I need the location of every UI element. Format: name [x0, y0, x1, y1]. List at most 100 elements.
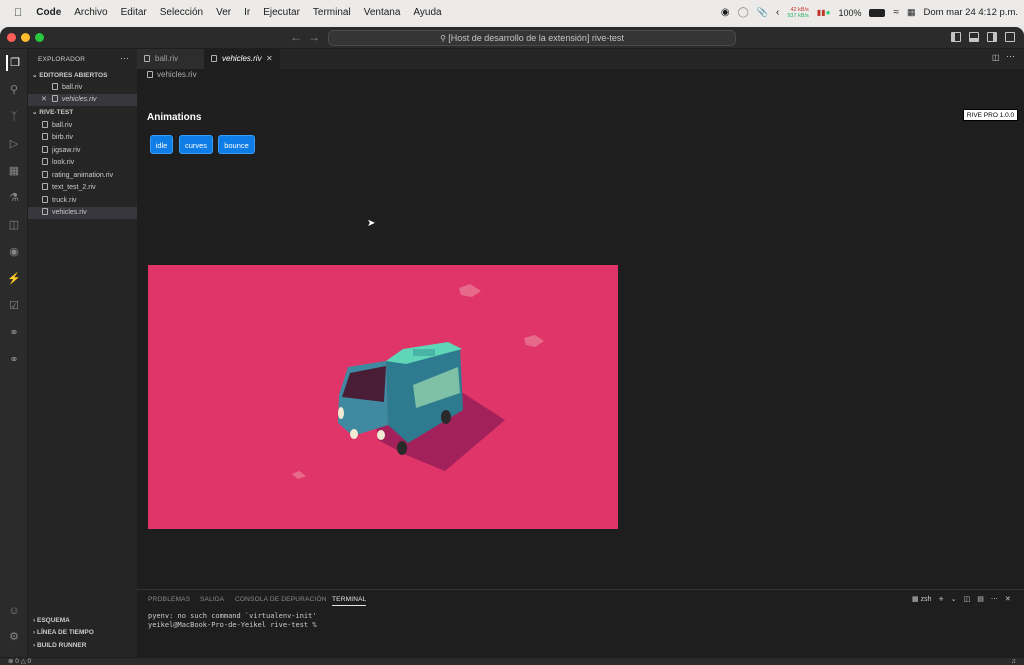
testing-icon[interactable]: ⚗ [6, 190, 22, 206]
vscode-window: ← → ⚲ [Host de desarrollo de la extensió… [0, 27, 1024, 665]
folder-section[interactable]: ⌄ RIVE-TEST [28, 107, 137, 119]
tab-consola-depuracion[interactable]: CONSOLA DE DEPURACIÓN [235, 596, 327, 603]
record-icon[interactable]: ◉ [721, 7, 730, 18]
open-editors-section[interactable]: ⌄ EDITORES ABIERTOS [28, 70, 137, 82]
extensions-icon[interactable]: ▦ [6, 163, 22, 179]
wifi-icon[interactable]: ≈ [893, 7, 899, 18]
menu-seleccion[interactable]: Selección [160, 7, 203, 18]
problems-status[interactable]: ⊗ 0 △ 0 [8, 658, 31, 665]
menu-archivo[interactable]: Archivo [74, 7, 107, 18]
file-item[interactable]: look.riv [28, 157, 137, 169]
close-panel-icon[interactable]: ✕ [1005, 595, 1011, 603]
chevron-left-icon[interactable]: ‹ [776, 7, 779, 18]
run-debug-icon[interactable]: ▷ [6, 136, 22, 152]
tab-vehicles[interactable]: vehicles.riv ✕ [204, 49, 280, 69]
file-icon [144, 55, 150, 62]
file-icon [42, 133, 48, 140]
file-item[interactable]: birb.riv [28, 132, 137, 144]
database-icon[interactable]: ⚭ [6, 325, 22, 341]
curves-button[interactable]: curves [179, 135, 213, 154]
network-stats: 42 kB/s 937 kB/s [787, 7, 808, 19]
editor-area: ball.riv vehicles.riv ✕ ◫ ⋯ vehicles.riv… [137, 49, 1024, 657]
tab-terminal[interactable]: TERMINAL [332, 596, 367, 606]
warning-count: 0 [27, 658, 32, 665]
open-editor-item[interactable]: ball.riv [28, 82, 137, 94]
more-actions-icon[interactable]: ⋯ [120, 53, 129, 64]
explorer-icon[interactable]: ❐ [6, 55, 22, 71]
gear-icon[interactable]: ⚙ [6, 629, 22, 645]
close-window-button[interactable] [7, 33, 16, 42]
control-center-icon[interactable]: ▦ [907, 7, 916, 18]
back-arrow-icon[interactable]: ← [290, 30, 302, 44]
more-actions-icon[interactable]: ⋯ [991, 595, 998, 603]
stats-bars-icon[interactable]: ▮▮● [817, 8, 831, 17]
terminal-line[interactable]: pyenv: no such command `virtualenv-init' [148, 612, 317, 620]
menu-ejecutar[interactable]: Ejecutar [263, 7, 300, 18]
file-item[interactable]: ball.riv [28, 120, 137, 132]
terminal-shell-name[interactable]: zsh [921, 596, 932, 603]
account-icon[interactable]: ☺ [6, 603, 22, 619]
file-name: look.riv [52, 159, 75, 166]
remote-explorer-icon[interactable]: ◫ [6, 217, 22, 233]
rive-canvas[interactable] [148, 265, 618, 529]
menu-ventana[interactable]: Ventana [364, 7, 401, 18]
terminal-prompt[interactable]: yeikel@MacBook-Pro-de-Yeikel rive-test % [148, 621, 321, 629]
tab-salida[interactable]: SALIDA [200, 596, 224, 603]
checklist-icon[interactable]: ☑ [6, 298, 22, 314]
timeline-section[interactable]: › LÍNEA DE TIEMPO [28, 629, 137, 636]
menu-editar[interactable]: Editar [121, 7, 147, 18]
file-item[interactable]: vehicles.riv [28, 207, 137, 219]
bottom-panel: PROBLEMAS SALIDA CONSOLA DE DEPURACIÓN T… [137, 589, 1024, 657]
menu-terminal[interactable]: Terminal [313, 7, 351, 18]
paperclip-icon[interactable]: 📎 [757, 7, 768, 18]
file-item[interactable]: text_test_2.riv [28, 182, 137, 194]
add-terminal-icon[interactable]: + [939, 594, 944, 604]
menu-ayuda[interactable]: Ayuda [413, 7, 441, 18]
outline-section[interactable]: › ESQUEMA [28, 617, 137, 624]
toggle-secondary-sidebar-icon[interactable] [987, 32, 997, 42]
apple-icon[interactable]:  [14, 7, 22, 19]
menu-ver[interactable]: Ver [216, 7, 231, 18]
idle-button[interactable]: idle [150, 135, 173, 154]
split-terminal-icon[interactable]: ◫ [964, 595, 971, 603]
file-item[interactable]: rating_animation.riv [28, 170, 137, 182]
floating-rock [292, 471, 306, 479]
split-editor-icon[interactable]: ◫ [992, 53, 1000, 62]
menu-app-name[interactable]: Code [36, 7, 61, 18]
customize-layout-icon[interactable] [1005, 32, 1015, 42]
source-control-icon[interactable]: ᛉ [6, 109, 22, 125]
outline-label: ESQUEMA [36, 617, 70, 624]
minimize-window-button[interactable] [21, 33, 30, 42]
terminal-shell-icon[interactable]: ▦ [912, 595, 919, 603]
git-graph-icon[interactable]: ⚭ [6, 352, 22, 368]
mouse-cursor-icon: ➤ [367, 218, 376, 229]
file-item[interactable]: jigsaw.riv [28, 145, 137, 157]
tab-problemas[interactable]: PROBLEMAS [148, 596, 190, 603]
globe-icon[interactable]: ◯ [738, 7, 749, 18]
chevron-down-icon[interactable]: ⌄ [951, 595, 957, 603]
close-icon[interactable]: ✕ [41, 96, 47, 103]
lightning-icon[interactable]: ⚡ [6, 271, 22, 287]
build-runner-section[interactable]: › BUILD RUNNER [28, 642, 137, 649]
battery-icon[interactable] [869, 8, 886, 17]
toggle-panel-icon[interactable] [969, 32, 979, 42]
toggle-primary-sidebar-icon[interactable] [951, 32, 961, 42]
close-icon[interactable]: ✕ [266, 49, 273, 69]
search-view-icon[interactable]: ⚲ [6, 82, 22, 98]
bell-icon[interactable]: ♫ [1011, 658, 1016, 665]
menu-ir[interactable]: Ir [244, 7, 250, 18]
file-icon [51, 95, 58, 102]
more-actions-icon[interactable]: ⋯ [1006, 51, 1015, 62]
open-editor-item[interactable]: ✕ vehicles.riv [28, 94, 137, 106]
breadcrumb[interactable]: vehicles.riv [147, 70, 197, 79]
command-center[interactable]: ⚲ [Host de desarrollo de la extensión] r… [328, 30, 736, 46]
datetime[interactable]: Dom mar 24 4:12 p.m. [923, 7, 1018, 18]
github-icon[interactable]: ◉ [6, 244, 22, 260]
trash-icon[interactable]: ▤ [977, 595, 984, 603]
forward-arrow-icon[interactable]: → [308, 30, 320, 44]
animations-heading: Animations [147, 112, 202, 123]
file-item[interactable]: truck.riv [28, 195, 137, 207]
zoom-window-button[interactable] [35, 33, 44, 42]
bounce-button[interactable]: bounce [218, 135, 255, 154]
tab-ball[interactable]: ball.riv [137, 49, 204, 69]
